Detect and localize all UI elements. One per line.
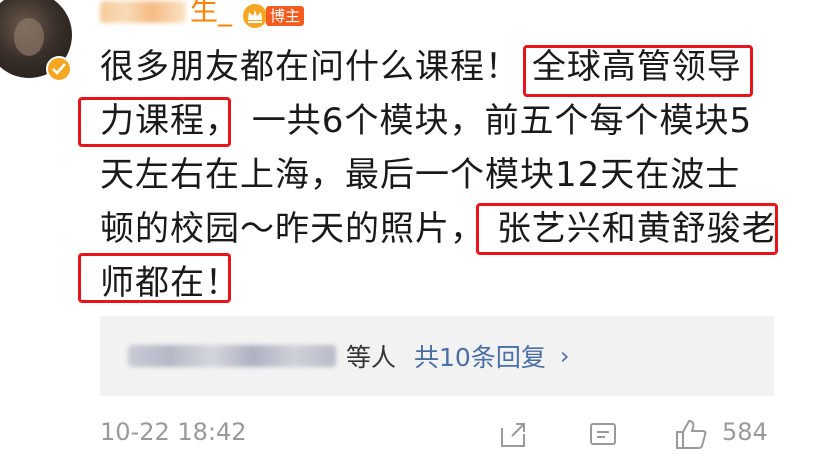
- checkmark-icon: [52, 63, 66, 75]
- share-icon[interactable]: [498, 420, 528, 450]
- highlight-box-4: [78, 253, 231, 303]
- username[interactable]: 生_: [100, 0, 240, 30]
- reply-others-label: 等人: [346, 343, 397, 372]
- username-blur: [100, 1, 186, 23]
- verified-icon: [46, 56, 72, 82]
- post-footer: 10-22 18:42 584: [100, 418, 800, 458]
- badge-label: 博主: [266, 6, 305, 26]
- avatar-face: [14, 18, 44, 56]
- highlight-box-2: [78, 97, 231, 147]
- text-segment: 很多朋友都在问什么课程！: [100, 47, 520, 87]
- like-count: 584: [722, 418, 768, 446]
- highlight-box-3: [476, 203, 778, 255]
- content-line-3: 天左右在上海，最后一个模块12天在波士: [100, 155, 741, 195]
- comment-icon[interactable]: [588, 420, 618, 450]
- chevron-right-icon: ›: [559, 342, 570, 370]
- blogger-badge: 博主: [242, 3, 308, 29]
- reply-count-link[interactable]: 共10条回复: [414, 338, 546, 374]
- username-suffix: 生_: [190, 0, 233, 27]
- reply-users-blur: [128, 345, 336, 367]
- timestamp: 10-22 18:42: [100, 418, 247, 446]
- text-segment: 顿的校园～昨天的照片，: [100, 209, 485, 249]
- text-segment: 一共6个模块，前五个每个模块5: [251, 101, 753, 141]
- replies-preview[interactable]: 等人 共10条回复 ›: [100, 316, 774, 396]
- like-icon[interactable]: [674, 418, 708, 450]
- highlight-box-1: [523, 45, 753, 97]
